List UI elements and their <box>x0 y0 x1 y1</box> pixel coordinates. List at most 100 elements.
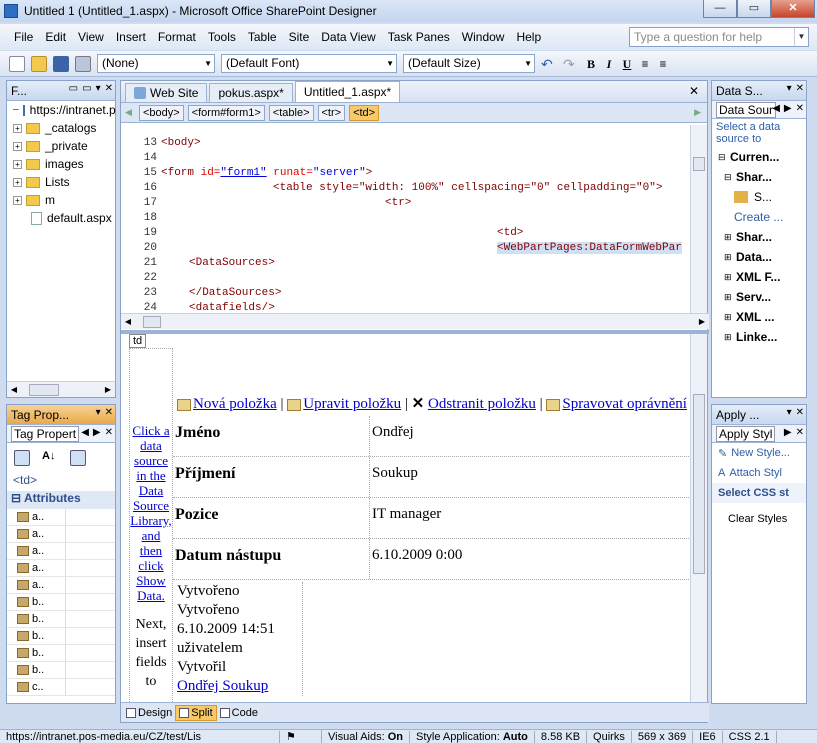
menu-edit[interactable]: Edit <box>39 30 72 44</box>
list-item-node[interactable]: S... <box>712 187 806 207</box>
database-connections-node[interactable]: ⊞ Data... <box>712 247 806 267</box>
attribute-value[interactable] <box>65 611 115 627</box>
current-site-node[interactable]: ⊟ Curren... <box>712 147 806 167</box>
panel-menu-icon[interactable]: ▾ <box>787 83 792 94</box>
menu-table[interactable]: Table <box>242 30 283 44</box>
code-view-button[interactable]: Code <box>217 705 261 721</box>
sharepoint-lists-node[interactable]: ⊟ Shar... <box>712 167 806 187</box>
minimize-button[interactable]: — <box>703 0 737 18</box>
sort-az-icon[interactable]: A↓ <box>42 450 58 466</box>
categorized-icon[interactable] <box>14 450 30 466</box>
bold-button[interactable]: B <box>582 55 600 73</box>
tab-pokus[interactable]: pokus.aspx* <box>209 83 293 102</box>
clear-styles-item[interactable]: Clear Styles <box>712 509 806 529</box>
tab-prev-icon[interactable]: ◀ <box>772 103 780 114</box>
panel-menu-icon[interactable]: ▾ <box>96 83 101 94</box>
panel-close-icon[interactable]: ✕ <box>796 407 804 418</box>
design-view[interactable]: td Click a data source in the Data Sourc… <box>121 334 691 704</box>
menu-task-panes[interactable]: Task Panes <box>382 30 456 44</box>
attribute-row[interactable]: b.. <box>7 611 115 628</box>
menu-view[interactable]: View <box>72 30 110 44</box>
design-vertical-scrollbar[interactable] <box>690 334 707 704</box>
crumb-td[interactable]: <td> <box>349 104 380 121</box>
panel-close-icon[interactable]: ✕ <box>105 407 113 418</box>
show-set-properties-icon[interactable] <box>70 450 86 466</box>
align-center-icon[interactable]: ≡ <box>654 55 672 73</box>
expand-icon[interactable]: + <box>13 195 22 205</box>
attributes-header[interactable]: ⊟ Attributes <box>7 491 115 509</box>
code-vertical-scrollbar[interactable] <box>690 125 707 315</box>
attribute-row[interactable]: b.. <box>7 628 115 645</box>
tree-item-lists[interactable]: + Lists <box>7 173 115 191</box>
save-icon[interactable] <box>53 55 69 72</box>
menu-format[interactable]: Format <box>152 30 202 44</box>
tree-item-default[interactable]: default.aspx <box>7 209 115 227</box>
attribute-value[interactable] <box>65 679 115 695</box>
edit-item-link[interactable]: Upravit položku <box>303 396 401 412</box>
menu-insert[interactable]: Insert <box>110 30 152 44</box>
panel-close-icon[interactable]: ✕ <box>796 427 804 438</box>
attribute-value[interactable] <box>65 509 115 525</box>
attribute-row[interactable]: a.. <box>7 543 115 560</box>
crumb-form[interactable]: <form#form1> <box>187 104 265 121</box>
attribute-value[interactable] <box>65 577 115 593</box>
menu-file[interactable]: File <box>8 30 39 44</box>
underline-button[interactable]: U <box>618 55 636 73</box>
tab-web-site[interactable]: Web Site <box>125 83 208 102</box>
tree-root[interactable]: ─ https://intranet.p <box>7 101 116 119</box>
delete-item-link[interactable]: Odstranit položku <box>428 396 536 412</box>
xml-files-node[interactable]: ⊞ XML F... <box>712 267 806 287</box>
tab-prev-icon[interactable]: ◀ <box>81 427 89 438</box>
code-view[interactable]: 13 14 15 16 17 18 19 20 21 22 23 24 <bod… <box>121 125 691 315</box>
attach-style-link[interactable]: A Attach Styl <box>712 463 806 483</box>
tab-next-icon[interactable]: ▶ <box>784 427 792 438</box>
horizontal-scrollbar[interactable]: ◀ ▶ <box>7 381 115 397</box>
attribute-value[interactable] <box>65 526 115 542</box>
attribute-row[interactable]: a.. <box>7 560 115 577</box>
tree-item-images[interactable]: + images <box>7 155 115 173</box>
undo-icon[interactable]: ↶ <box>541 56 557 72</box>
style-application-status[interactable]: Style Application: Auto <box>410 730 535 743</box>
status-dims[interactable]: 569 x 369 <box>632 730 694 743</box>
menu-window[interactable]: Window <box>456 30 511 44</box>
tab-next-icon[interactable]: ▶ <box>784 103 792 114</box>
panel-close-icon[interactable]: ✕ <box>796 103 804 114</box>
expand-icon[interactable]: + <box>13 123 22 133</box>
menu-site[interactable]: Site <box>283 30 316 44</box>
panel-close-icon[interactable]: ✕ <box>796 83 804 94</box>
tree-item-m[interactable]: + m <box>7 191 115 209</box>
menu-tools[interactable]: Tools <box>202 30 242 44</box>
attribute-row[interactable]: b.. <box>7 662 115 679</box>
scroll-left-icon[interactable]: ◀ <box>125 107 132 118</box>
create-new-link[interactable]: Create ... <box>712 207 806 227</box>
server-side-scripts-node[interactable]: ⊞ Serv... <box>712 287 806 307</box>
attribute-row[interactable]: a.. <box>7 526 115 543</box>
scroll-right-icon[interactable]: ▶ <box>694 107 701 118</box>
author-link[interactable]: Ondřej Soukup <box>177 677 302 696</box>
new-file-icon[interactable]: ▭ <box>82 83 91 94</box>
sharepoint-libraries-node[interactable]: ⊞ Shar... <box>712 227 806 247</box>
manage-permissions-link[interactable]: Spravovat oprávnění <box>562 396 687 412</box>
crumb-table[interactable]: <table> <box>268 104 314 121</box>
attribute-value[interactable] <box>65 662 115 678</box>
close-document-icon[interactable]: ✕ <box>689 84 699 98</box>
new-style-link[interactable]: ✎ New Style... <box>712 443 806 463</box>
open-icon[interactable] <box>31 55 47 72</box>
design-view-button[interactable]: Design <box>123 705 175 721</box>
attribute-row[interactable]: b.. <box>7 645 115 662</box>
tab-untitled[interactable]: Untitled_1.aspx* <box>294 81 401 102</box>
font-select[interactable]: (Default Font) ▼ <box>221 54 397 73</box>
preview-icon[interactable] <box>75 55 91 72</box>
redo-icon[interactable]: ↷ <box>563 56 579 72</box>
crumb-body[interactable]: <body> <box>139 104 184 121</box>
tree-item-catalogs[interactable]: + _catalogs <box>7 119 115 137</box>
menu-help[interactable]: Help <box>510 30 547 44</box>
expand-icon[interactable]: + <box>13 159 22 169</box>
attribute-value[interactable] <box>65 560 115 576</box>
italic-button[interactable]: I <box>600 55 618 73</box>
help-search-input[interactable]: Type a question for help ▼ <box>629 27 809 47</box>
new-page-icon[interactable] <box>9 55 25 72</box>
tab-data-source[interactable]: Data Sour <box>716 101 777 118</box>
attribute-value[interactable] <box>65 628 115 644</box>
panel-menu-icon[interactable]: ▾ <box>787 407 792 418</box>
